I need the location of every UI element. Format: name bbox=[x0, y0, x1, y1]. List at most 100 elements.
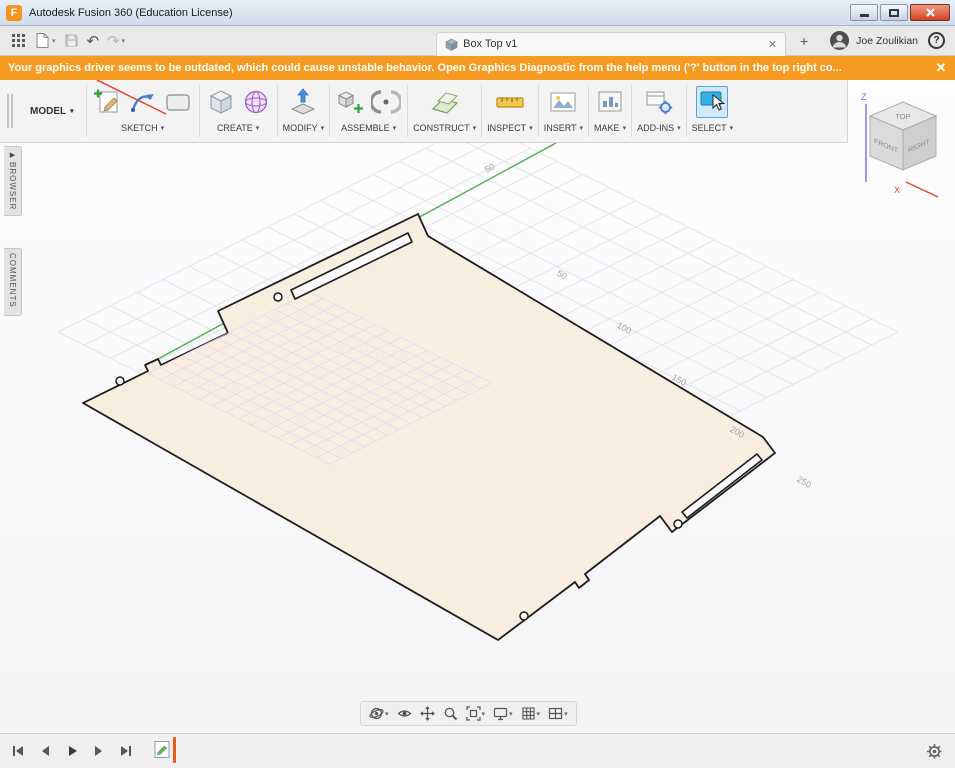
fit-button[interactable]: ▾ bbox=[465, 705, 487, 722]
sidebar-tab-comments[interactable]: COMMENTS bbox=[4, 248, 22, 316]
hole-point[interactable] bbox=[273, 292, 283, 302]
file-menu-button[interactable]: ▾ bbox=[30, 29, 60, 53]
zoom-icon bbox=[444, 707, 457, 721]
addins-menu[interactable]: ADD-INS ▾ bbox=[637, 122, 681, 137]
browser-tab-label: BROWSER bbox=[8, 162, 17, 211]
timeline-step-forward-button[interactable] bbox=[91, 743, 107, 759]
orbit-icon bbox=[369, 707, 384, 720]
redo-menu-arrow: ▾ bbox=[121, 37, 126, 45]
display-settings-button[interactable]: ▾ bbox=[492, 705, 514, 722]
timeline-position-marker[interactable] bbox=[173, 737, 176, 763]
close-icon bbox=[925, 8, 935, 17]
go-to-start-icon bbox=[13, 746, 23, 756]
addins-gear-icon bbox=[646, 91, 673, 115]
zoom-button[interactable] bbox=[442, 705, 459, 722]
z-axis-label: Z bbox=[861, 92, 867, 102]
minimize-icon bbox=[859, 14, 869, 17]
timeline-sketch-feature[interactable] bbox=[154, 740, 171, 764]
grid-snap-button[interactable]: ▾ bbox=[520, 705, 542, 722]
sketch-menu[interactable]: SKETCH ▾ bbox=[121, 122, 164, 137]
insert-canvas-button[interactable] bbox=[547, 86, 579, 118]
minimize-button[interactable] bbox=[850, 4, 878, 21]
maximize-icon bbox=[889, 8, 899, 17]
help-button[interactable]: ? bbox=[928, 32, 945, 49]
new-component-button[interactable] bbox=[335, 86, 367, 118]
document-tab[interactable]: Box Top v1 ✕ bbox=[436, 31, 787, 56]
sketch-profile[interactable] bbox=[82, 213, 776, 641]
tab-close-icon[interactable]: ✕ bbox=[768, 38, 777, 51]
new-tab-button[interactable]: + bbox=[794, 33, 814, 49]
stop-sketch-icon bbox=[165, 94, 190, 111]
create-sketch-button[interactable] bbox=[92, 86, 124, 118]
avatar-icon bbox=[833, 34, 847, 48]
gear-icon bbox=[927, 744, 942, 759]
toolbar-group-assemble: ASSEMBLE ▾ bbox=[330, 80, 407, 142]
pan-button[interactable] bbox=[419, 705, 436, 722]
save-button[interactable] bbox=[60, 29, 83, 53]
fusion-360-window: F Autodesk Fusion 360 (Education License… bbox=[0, 0, 955, 768]
assemble-menu[interactable]: ASSEMBLE ▾ bbox=[341, 122, 396, 137]
sketch-spline-button[interactable] bbox=[127, 86, 159, 118]
sidebar-tab-browser[interactable]: ▶ BROWSER bbox=[4, 146, 22, 216]
undo-button[interactable]: ↶ bbox=[83, 29, 104, 53]
viewport-canvas[interactable]: 50 50 100 150 200 250 MODEL ▾ SKETCH ▾ C… bbox=[0, 80, 955, 733]
banner-close-icon[interactable]: ✕ bbox=[927, 60, 955, 76]
toolbar-group-addins: ADD-INS ▾ bbox=[632, 80, 686, 142]
create-solid-button[interactable] bbox=[205, 86, 237, 118]
timeline-play-button[interactable] bbox=[64, 743, 80, 759]
toolbar-group-inspect: INSPECT ▾ bbox=[482, 80, 538, 142]
step-forward-icon bbox=[95, 746, 102, 756]
view-cube[interactable]: Z TOP FRONT RIGHT X bbox=[848, 90, 950, 208]
inspect-menu[interactable]: INSPECT ▾ bbox=[487, 122, 533, 137]
joint-icon bbox=[371, 90, 402, 114]
redo-button[interactable]: ↷ ▾ bbox=[103, 29, 129, 53]
close-button[interactable] bbox=[910, 4, 950, 21]
timeline-step-back-button[interactable] bbox=[37, 743, 53, 759]
x-axis-label: X bbox=[894, 185, 900, 195]
modify-menu[interactable]: MODIFY ▾ bbox=[283, 122, 325, 137]
press-pull-button[interactable] bbox=[287, 86, 319, 118]
graphics-warning-banner: Your graphics driver seems to be outdate… bbox=[0, 56, 955, 80]
orbit-button[interactable]: ▾ bbox=[368, 705, 390, 722]
select-tool-button[interactable] bbox=[696, 86, 729, 118]
window-title: Autodesk Fusion 360 (Education License) bbox=[29, 6, 233, 19]
hole-point[interactable] bbox=[115, 376, 125, 386]
measure-ruler-icon bbox=[496, 97, 524, 108]
redo-icon: ↷ bbox=[107, 32, 120, 50]
toolbar-grip[interactable] bbox=[7, 94, 13, 128]
workspace-selector[interactable]: MODEL ▾ bbox=[18, 80, 86, 142]
viewports-button[interactable]: ▾ bbox=[547, 705, 569, 722]
select-menu[interactable]: SELECT ▾ bbox=[692, 122, 734, 137]
timeline-go-to-end-button[interactable] bbox=[118, 743, 134, 759]
make-menu[interactable]: MAKE ▾ bbox=[594, 122, 626, 137]
insert-menu[interactable]: INSERT ▾ bbox=[544, 122, 583, 137]
user-avatar[interactable] bbox=[830, 31, 850, 50]
file-icon bbox=[36, 33, 49, 48]
hole-point[interactable] bbox=[673, 519, 683, 529]
scripts-addins-button[interactable] bbox=[643, 86, 675, 118]
joint-button[interactable] bbox=[370, 86, 402, 118]
navigation-toolbar: ▾ ▾ ▾ ▾ ▾ bbox=[360, 701, 577, 726]
browser-expand-icon[interactable]: ▶ bbox=[10, 151, 15, 159]
look-at-button[interactable] bbox=[396, 705, 413, 722]
stop-sketch-button[interactable] bbox=[162, 86, 194, 118]
create-menu[interactable]: CREATE ▾ bbox=[217, 122, 259, 137]
make-button[interactable] bbox=[594, 86, 626, 118]
hole-point[interactable] bbox=[519, 611, 529, 621]
save-icon bbox=[65, 34, 78, 47]
insert-canvas-icon bbox=[550, 92, 576, 112]
go-to-end-icon bbox=[121, 746, 131, 756]
timeline-settings-button[interactable] bbox=[926, 743, 943, 765]
measure-button[interactable] bbox=[494, 86, 526, 118]
sketch-feature-icon bbox=[154, 741, 170, 758]
workspace-arrow: ▾ bbox=[70, 108, 74, 115]
app-grid-button[interactable] bbox=[8, 29, 30, 53]
construct-menu[interactable]: CONSTRUCT ▾ bbox=[413, 122, 476, 137]
construction-plane-button[interactable] bbox=[429, 86, 461, 118]
solid-box-icon bbox=[209, 90, 232, 114]
maximize-button[interactable] bbox=[880, 4, 908, 21]
viewcube-top-label: TOP bbox=[895, 112, 910, 121]
timeline-go-to-start-button[interactable] bbox=[10, 743, 26, 759]
comments-tab-label: COMMENTS bbox=[8, 253, 17, 308]
create-form-button[interactable] bbox=[240, 86, 272, 118]
